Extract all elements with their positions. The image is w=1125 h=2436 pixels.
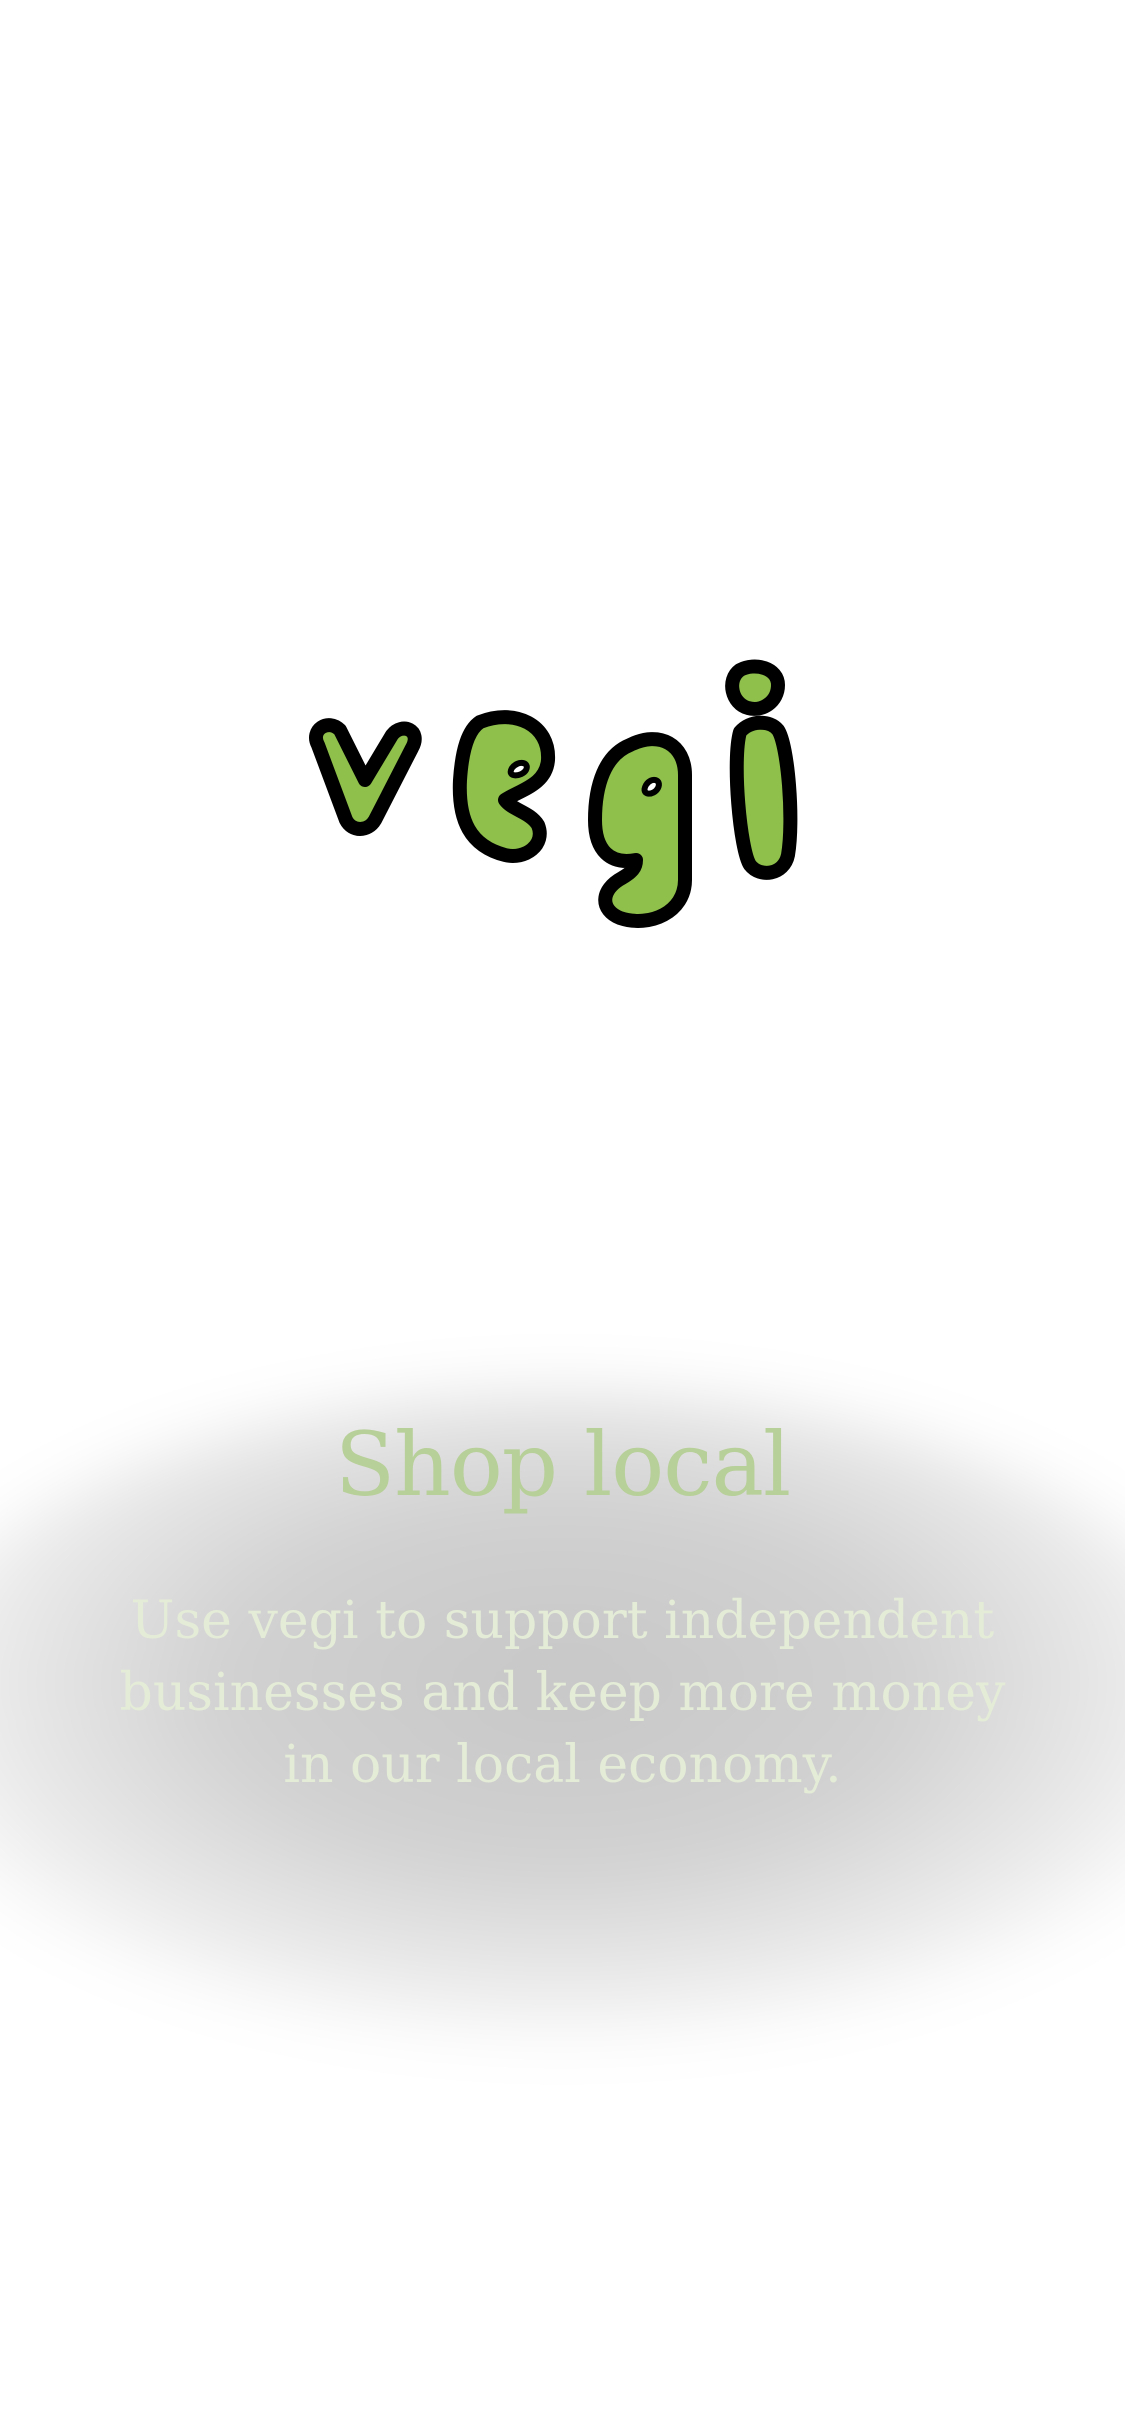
onboarding-description: Use vegi to support independent business… <box>119 1591 1006 1795</box>
onboarding-screen: Shop local Use vegi to support independe… <box>0 0 1125 2436</box>
logo-letter-v <box>309 718 422 836</box>
vegi-logo <box>309 659 798 928</box>
logo-letter-i-dot <box>725 659 785 716</box>
logo-letter-g <box>588 732 692 928</box>
logo-letter-i-stem <box>729 715 798 880</box>
onboarding-title: Shop local <box>334 1413 791 1516</box>
logo-letter-e <box>452 710 556 863</box>
